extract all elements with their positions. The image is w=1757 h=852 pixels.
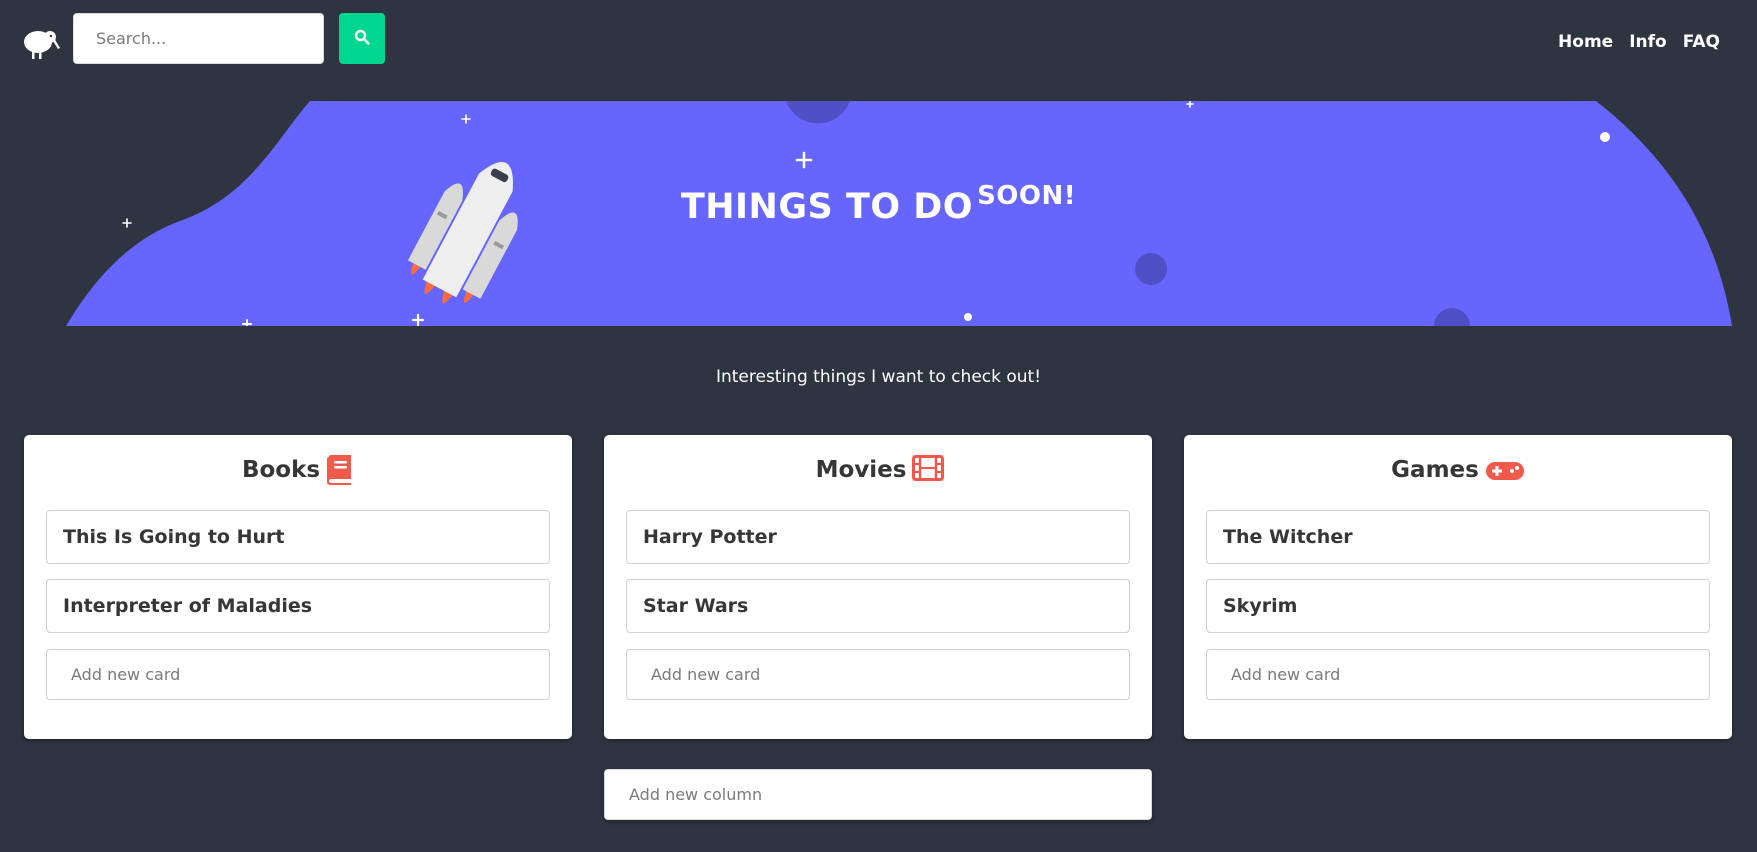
card[interactable]: Skyrim [1206,579,1710,633]
navbar: Home Info FAQ [0,0,1757,101]
kiwi-bird-icon[interactable] [22,26,60,60]
card[interactable]: The Witcher [1206,510,1710,564]
nav-link-home[interactable]: Home [1558,32,1613,52]
card[interactable]: Harry Potter [626,510,1130,564]
search-button[interactable] [339,13,385,64]
add-card-input[interactable] [46,649,550,700]
column-games: Games The Witcher Skyrim [1184,435,1732,739]
column-title: Games [1391,457,1479,483]
card[interactable]: Interpreter of Maladies [46,579,550,633]
hero-title-sup: SOON! [977,181,1077,211]
nav-links: Home Info FAQ [1558,32,1720,52]
add-column-input[interactable] [604,769,1152,820]
film-icon [912,455,945,485]
column-title: Movies [815,457,907,483]
rocket-icon [407,162,518,304]
column-header: Games [1184,455,1732,485]
column-books: Books This Is Going to Hurt Interpreter … [24,435,572,739]
nav-link-info[interactable]: Info [1629,32,1667,52]
column-header: Movies [604,455,1152,485]
search-icon [354,29,370,48]
column-title: Books [241,457,321,483]
card[interactable]: Star Wars [626,579,1130,633]
page-subtitle: Interesting things I want to check out! [715,367,1042,387]
hero-banner: THINGS TO DO SOON! [0,101,1757,326]
column-movies: Movies Harry Potter Star Wars [604,435,1152,739]
hero-title-main: THINGS TO DO [680,187,974,227]
search-input[interactable] [73,13,324,64]
add-card-input[interactable] [626,649,1130,700]
nav-link-faq[interactable]: FAQ [1683,32,1720,52]
gamepad-icon [1485,455,1525,485]
hero-title: THINGS TO DO SOON! [0,181,1757,227]
book-icon [326,455,354,485]
column-header: Books [24,455,572,485]
card[interactable]: This Is Going to Hurt [46,510,550,564]
add-card-input[interactable] [1206,649,1710,700]
